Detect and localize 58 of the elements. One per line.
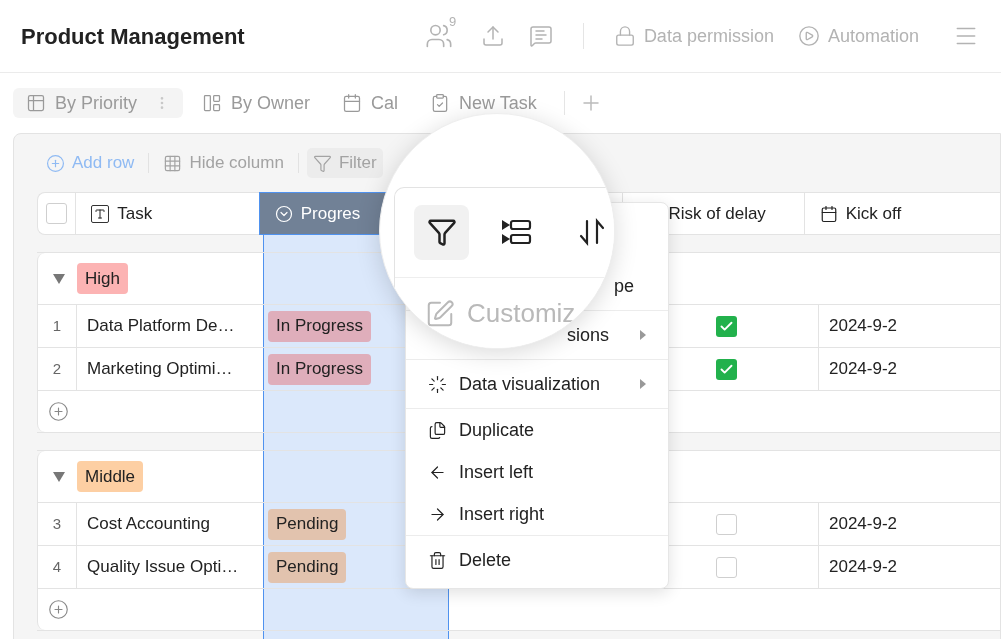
date-cell: 2024-9-2: [818, 546, 1000, 588]
collapse-icon[interactable]: [53, 471, 65, 482]
collaborator-count: 9: [448, 13, 457, 31]
collapse-icon[interactable]: [53, 273, 65, 284]
priority-tag: High: [77, 263, 128, 294]
row-number: 2: [37, 348, 76, 390]
checkbox[interactable]: [46, 203, 68, 224]
status-tag: Pending: [268, 551, 347, 583]
row-number: 4: [37, 546, 76, 588]
dropdown-icon: [274, 204, 293, 223]
date-cell: 2024-9-2: [818, 305, 1000, 347]
menu-item[interactable]: Insert right: [406, 493, 668, 535]
lock-icon: [613, 25, 636, 47]
task-cell: Cost Accounting: [76, 503, 263, 545]
comment-icon[interactable]: [528, 24, 553, 48]
play-icon: [797, 25, 820, 47]
checkbox[interactable]: [715, 513, 737, 535]
group-icon: [501, 219, 532, 245]
text-field-icon: [91, 204, 110, 223]
table-icon: [26, 93, 46, 113]
column-header[interactable]: Kick off: [803, 192, 1000, 235]
status-tag: In Progress: [268, 310, 371, 342]
priority-tag: Middle: [77, 461, 144, 492]
calendar-icon: [819, 204, 838, 223]
copy-icon: [428, 420, 447, 440]
menu-item[interactable]: Insert left: [406, 451, 668, 493]
task-cell: Data Platform De…: [76, 305, 263, 347]
edit-icon: [425, 298, 455, 329]
menu-item[interactable]: Delete: [406, 536, 668, 584]
checkbox[interactable]: [715, 315, 737, 337]
row-number: 1: [37, 305, 76, 347]
board-icon: [202, 93, 222, 113]
checkbox[interactable]: [715, 358, 737, 380]
menu-item[interactable]: pe: [613, 272, 634, 300]
date-cell: 2024-9-2: [818, 348, 1000, 390]
add-icon: [46, 153, 65, 173]
filter-icon: [426, 217, 457, 247]
add-row-icon[interactable]: [48, 599, 69, 620]
task-cell: Quality Issue Opti…: [76, 546, 263, 588]
page-title: Product Management: [21, 22, 246, 51]
add-row-icon[interactable]: [48, 401, 69, 422]
row-number: 3: [37, 503, 76, 545]
status-tag: Pending: [268, 508, 347, 540]
menu-item[interactable]: Data visualization: [406, 360, 668, 408]
task-cell: Marketing Optimi…: [76, 348, 263, 390]
sparkle-icon: [428, 374, 447, 394]
trash-icon: [428, 550, 447, 570]
status-tag: In Progress: [268, 353, 371, 385]
filter-icon: [312, 153, 332, 173]
column-header[interactable]: Task: [75, 192, 259, 235]
magnified-tool[interactable]: [414, 204, 469, 260]
grid-icon: [163, 153, 183, 173]
calendar-icon: [342, 93, 363, 113]
sort-icon: [578, 218, 605, 246]
menu-item[interactable]: Duplicate: [406, 409, 668, 451]
share-icon[interactable]: [480, 24, 505, 48]
checkbox[interactable]: [715, 556, 737, 578]
date-cell: 2024-9-2: [818, 503, 1000, 545]
